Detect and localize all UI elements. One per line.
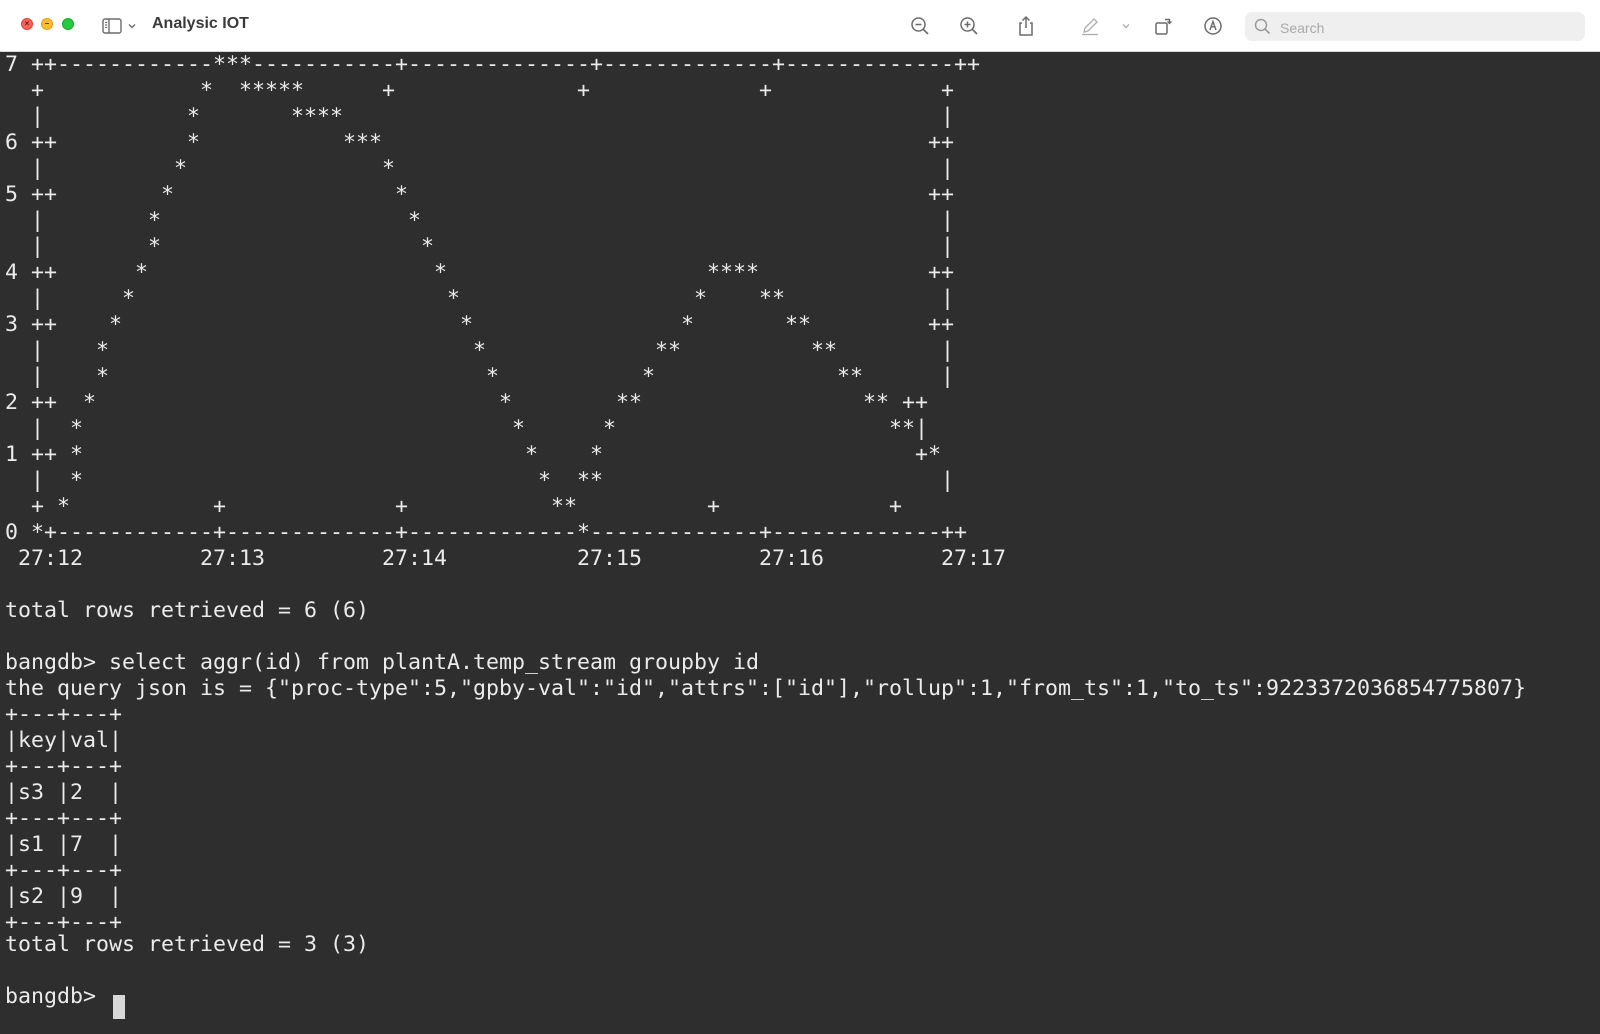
plot-line: | * * |: [5, 234, 955, 259]
share-button[interactable]: [1014, 13, 1038, 39]
table-border: +---+---+: [5, 754, 123, 779]
markup-pen-icon: [1082, 18, 1098, 36]
rotate-icon: [1155, 18, 1172, 35]
plot-line: + * + + ** + +: [5, 494, 903, 519]
zoom-window-button[interactable]: [62, 18, 74, 30]
plot-line: | * * * **|: [5, 416, 929, 441]
text-cursor: [113, 995, 125, 1019]
plot-line: 0 *+------------+-------------+---------…: [5, 520, 968, 545]
rows-retrieved-line: total rows retrieved = 3 (3): [5, 932, 370, 957]
search-icon: [1254, 18, 1271, 35]
plot-line: | * * ** ** |: [5, 338, 955, 363]
plot-line: 5 ++ * * ++: [5, 182, 955, 207]
plot-line: | * **** |: [5, 104, 955, 129]
chevron-down-icon: [128, 24, 136, 29]
plot-line: 7 ++------------***-----------+---------…: [5, 52, 981, 77]
sidebar-toggle-button[interactable]: [102, 13, 122, 39]
table-row: |s2 |9 |: [5, 884, 123, 909]
table-border: +---+---+: [5, 702, 123, 727]
table-row: |s3 |2 |: [5, 780, 123, 805]
markup-menu-button[interactable]: [1120, 13, 1132, 39]
plot-line: | * * * ** |: [5, 286, 955, 311]
table-header-row: |key|val|: [5, 728, 123, 753]
window-title: Analysic IOT: [152, 15, 249, 32]
annotate-button[interactable]: [1201, 13, 1225, 39]
plot-line: 27:12 27:13 27:14 27:15 27:16 27:17: [5, 546, 1007, 571]
table-border: +---+---+: [5, 858, 123, 883]
close-icon: ×: [24, 19, 30, 28]
plot-line: 1 ++ * * * +*: [5, 442, 942, 467]
markup-button[interactable]: [1078, 13, 1102, 39]
command-line: bangdb> select aggr(id) from plantA.temp…: [5, 650, 760, 675]
table-border: +---+---+: [5, 806, 123, 831]
sidebar-menu-button[interactable]: [126, 13, 138, 39]
minimize-window-button[interactable]: –: [41, 18, 53, 30]
query-json-line: the query json is = {"proc-type":5,"gpby…: [5, 676, 1527, 701]
annotate-icon: [1204, 17, 1222, 35]
rows-retrieved-line: total rows retrieved = 6 (6): [5, 598, 370, 623]
sidebar-icon: [102, 18, 122, 34]
terminal-window: × – Analysic IOT Search 7 ++------------…: [0, 0, 1600, 1034]
terminal-output[interactable]: 7 ++------------***-----------+---------…: [0, 52, 1600, 1034]
plot-line: 4 ++ * * **** ++: [5, 260, 955, 285]
share-icon: [1019, 15, 1033, 36]
plot-line: 6 ++ * *** ++: [5, 130, 955, 155]
minimize-icon: –: [44, 19, 50, 28]
chevron-down-icon: [1122, 24, 1130, 29]
plot-line: 2 ++ * * ** ** ++: [5, 390, 929, 415]
zoom-out-icon: [911, 17, 929, 35]
search-input[interactable]: [1278, 16, 1577, 39]
plot-line: | * * ** |: [5, 468, 955, 493]
plot-line: | * * |: [5, 208, 955, 233]
zoom-in-button[interactable]: [957, 13, 981, 39]
title-bar: × – Analysic IOT: [0, 0, 1600, 52]
zoom-in-icon: [960, 17, 978, 35]
plot-line: + * ***** + + + +: [5, 78, 955, 103]
plot-line: 3 ++ * * * ** ++: [5, 312, 955, 337]
close-window-button[interactable]: ×: [21, 18, 33, 30]
zoom-out-button[interactable]: [908, 13, 932, 39]
search-field[interactable]: [1245, 12, 1585, 41]
plot-line: | * * * ** |: [5, 364, 955, 389]
command-prompt[interactable]: bangdb>: [5, 984, 109, 1010]
fullscreen-icon: [63, 19, 73, 29]
table-row: |s1 |7 |: [5, 832, 123, 857]
plot-line: | * * |: [5, 156, 955, 181]
rotate-button[interactable]: [1152, 13, 1176, 39]
